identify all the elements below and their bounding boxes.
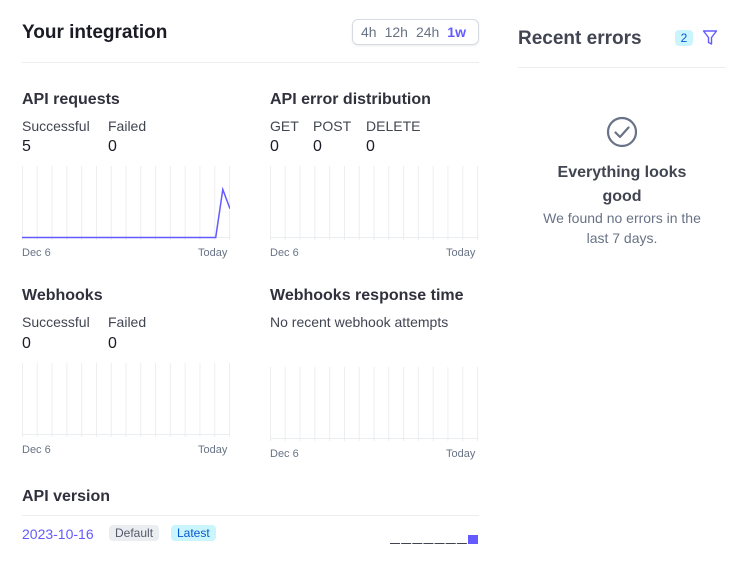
webhooks-response-time-title: Webhooks response time	[270, 287, 464, 304]
api-requests-chart	[22, 166, 230, 240]
api-requests-axis-start: Dec 6	[22, 247, 51, 259]
api-errors-axis-start: Dec 6	[270, 247, 299, 259]
webhooks-title: Webhooks	[22, 287, 103, 304]
default-badge: Default	[109, 525, 160, 541]
api-errors-delete-label: DELETE	[366, 118, 421, 134]
check-circle-icon	[606, 116, 638, 148]
webhooks-successful-value: 0	[22, 335, 31, 352]
api-requests-successful-label: Successful	[22, 118, 90, 134]
page-title: Your integration	[22, 22, 168, 43]
api-requests-title: API requests	[22, 91, 120, 108]
range-1w[interactable]: 1w	[443, 24, 470, 40]
webhooks-successful-label: Successful	[22, 314, 90, 330]
webhooks-response-axis-end: Today	[446, 448, 476, 460]
api-errors-axis-end: Today	[446, 247, 476, 259]
header-divider	[22, 62, 479, 63]
version-bar	[401, 543, 412, 544]
latest-badge: Latest	[171, 525, 216, 541]
api-requests-failed-value: 0	[108, 138, 117, 155]
api-requests-failed-label: Failed	[108, 118, 147, 134]
version-bar	[456, 543, 467, 544]
api-errors-post-label: POST	[313, 118, 352, 134]
api-requests-successful-value: 5	[22, 138, 31, 155]
error-count-badge: 2	[675, 30, 693, 46]
api-version-divider	[22, 515, 479, 516]
webhooks-axis-start: Dec 6	[22, 444, 51, 456]
webhooks-response-time-chart	[270, 367, 478, 441]
empty-state-title: Everything looks good	[557, 164, 687, 205]
recent-errors-divider	[518, 67, 726, 68]
webhooks-failed-value: 0	[108, 335, 117, 352]
version-bar	[423, 543, 434, 544]
empty-state-body: We found no errors in the last 7 days.	[543, 210, 701, 246]
api-errors-delete-value: 0	[366, 138, 375, 155]
webhooks-failed-label: Failed	[108, 314, 147, 330]
webhooks-response-time-subtitle: No recent webhook attempts	[270, 314, 449, 330]
api-version-link[interactable]: 2023-10-16	[22, 526, 94, 542]
version-bar	[434, 543, 445, 544]
version-bar	[412, 543, 423, 544]
range-12h[interactable]: 12h	[381, 24, 412, 40]
version-bar	[390, 543, 400, 544]
api-error-distribution-chart	[270, 166, 478, 240]
range-4h[interactable]: 4h	[357, 24, 381, 40]
filter-icon[interactable]	[702, 29, 718, 47]
webhooks-chart	[22, 363, 230, 437]
api-requests-axis-end: Today	[198, 247, 228, 259]
api-errors-get-value: 0	[270, 138, 279, 155]
recent-errors-title: Recent errors	[518, 28, 642, 49]
range-24h[interactable]: 24h	[412, 24, 443, 40]
time-range-selector: 4h 12h 24h 1w	[352, 19, 479, 45]
webhooks-response-axis-start: Dec 6	[270, 448, 299, 460]
webhooks-axis-end: Today	[198, 444, 228, 456]
api-error-distribution-title: API error distribution	[270, 91, 431, 108]
version-bar	[445, 543, 456, 544]
api-version-sparkline	[390, 535, 478, 544]
version-bar	[468, 535, 478, 544]
api-errors-get-label: GET	[270, 118, 299, 134]
api-errors-post-value: 0	[313, 138, 322, 155]
api-version-title: API version	[22, 488, 111, 505]
